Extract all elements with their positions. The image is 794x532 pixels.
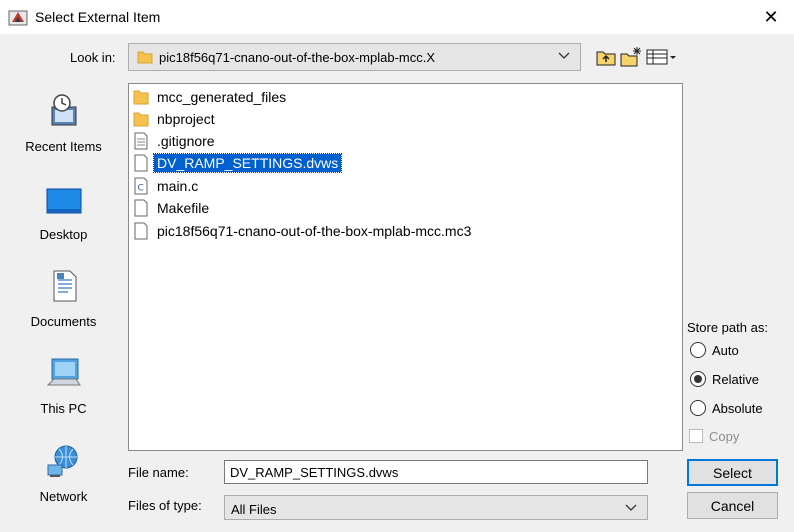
place-label: Desktop	[39, 227, 88, 242]
file-icon	[134, 199, 148, 216]
look-in-label: Look in:	[70, 50, 116, 65]
file-name: .gitignore	[157, 132, 215, 149]
radio-auto[interactable]: Auto	[690, 340, 739, 360]
place-recent-items[interactable]: Recent Items	[12, 83, 115, 167]
file-name-label: File name:	[128, 465, 189, 480]
recent-items-icon	[51, 94, 77, 126]
copy-label: Copy	[709, 428, 740, 444]
file-icon	[134, 154, 148, 171]
new-folder-icon[interactable]	[620, 46, 642, 68]
place-documents[interactable]: Documents	[12, 258, 115, 342]
folder-icon	[133, 90, 149, 104]
file-name: nbproject	[157, 110, 215, 127]
file-name-input[interactable]	[224, 460, 648, 484]
files-of-type-dropdown[interactable]: All Files	[224, 495, 648, 520]
place-network[interactable]: Network	[12, 433, 115, 517]
files-of-type-value: All Files	[231, 502, 277, 517]
this-pc-icon	[46, 358, 81, 386]
radio-label: Relative	[712, 371, 759, 387]
look-in-value: pic18f56q71-cnano-out-of-the-box-mplab-m…	[159, 50, 436, 65]
store-path-title: Store path as:	[687, 320, 768, 335]
file-name: DV_RAMP_SETTINGS.dvws	[152, 152, 343, 173]
network-icon	[47, 445, 78, 477]
desktop-icon	[46, 188, 82, 214]
text-file-icon	[134, 132, 148, 149]
file-item-main-c[interactable]: C main.c	[133, 175, 198, 196]
checkbox-box	[689, 429, 703, 443]
select-button[interactable]: Select	[687, 459, 778, 486]
file-item-mc3[interactable]: pic18f56q71-cnano-out-of-the-box-mplab-m…	[133, 220, 471, 241]
close-button[interactable]: ✕	[748, 0, 794, 34]
radio-label: Auto	[712, 342, 739, 358]
file-name: Makefile	[157, 199, 210, 216]
place-label: This PC	[40, 401, 87, 416]
chevron-down-icon	[625, 504, 637, 511]
place-label: Network	[39, 489, 88, 504]
app-icon	[8, 10, 28, 26]
place-desktop[interactable]: Desktop	[12, 171, 115, 255]
files-of-type-label: Files of type:	[128, 498, 202, 513]
file-item-nbproject[interactable]: nbproject	[133, 108, 215, 129]
cancel-button[interactable]: Cancel	[687, 492, 778, 519]
radio-circle	[690, 400, 706, 416]
file-icon	[134, 222, 148, 239]
title-bar: Select External Item ✕	[0, 0, 794, 34]
place-this-pc[interactable]: This PC	[12, 345, 115, 429]
svg-text:C: C	[138, 183, 144, 193]
look-in-dropdown[interactable]: pic18f56q71-cnano-out-of-the-box-mplab-m…	[128, 43, 581, 71]
close-icon: ✕	[763, 6, 779, 27]
place-label: Documents	[30, 314, 97, 329]
radio-circle	[690, 371, 706, 387]
radio-absolute[interactable]: Absolute	[690, 398, 763, 418]
file-item-makefile[interactable]: Makefile	[133, 197, 209, 218]
places-bar: Recent Items Desktop Documents This PC N…	[12, 83, 115, 520]
file-name: main.c	[157, 177, 199, 194]
documents-icon	[53, 270, 77, 302]
up-one-level-icon[interactable]	[595, 46, 617, 68]
radio-label: Absolute	[712, 400, 763, 416]
folder-icon	[133, 112, 149, 126]
file-item-dv-ramp-settings[interactable]: DV_RAMP_SETTINGS.dvws	[133, 152, 343, 173]
radio-relative[interactable]: Relative	[690, 369, 759, 389]
view-menu-icon[interactable]	[645, 46, 677, 68]
c-source-file-icon: C	[134, 177, 148, 194]
folder-icon	[137, 51, 153, 64]
file-name: mcc_generated_files	[157, 88, 287, 105]
file-list[interactable]: mcc_generated_files nbproject .gitignore…	[128, 83, 683, 451]
window-title: Select External Item	[35, 9, 161, 25]
file-item-gitignore[interactable]: .gitignore	[133, 130, 215, 151]
file-name: pic18f56q71-cnano-out-of-the-box-mplab-m…	[157, 222, 472, 239]
copy-checkbox[interactable]: Copy	[689, 427, 739, 445]
place-label: Recent Items	[25, 139, 102, 154]
file-item-mcc-generated-files[interactable]: mcc_generated_files	[133, 86, 286, 107]
chevron-down-icon	[558, 52, 570, 59]
radio-circle	[690, 342, 706, 358]
